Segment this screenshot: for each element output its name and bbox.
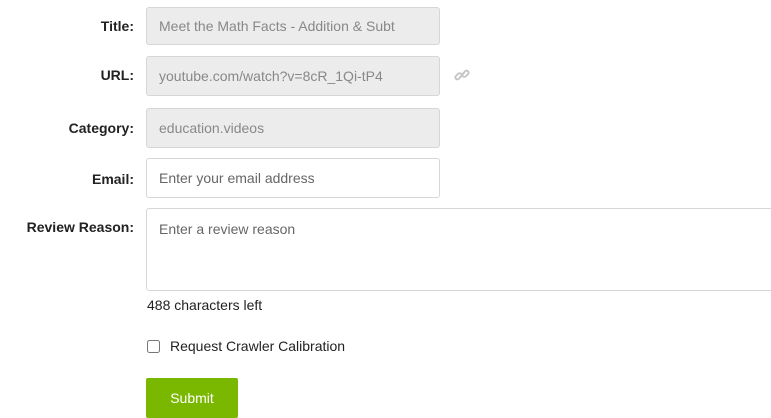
category-label: Category: <box>68 120 134 136</box>
title-label: Title: <box>100 18 134 34</box>
category-field[interactable] <box>146 108 440 148</box>
submit-button[interactable]: Submit <box>146 378 238 418</box>
url-label: URL: <box>100 67 134 83</box>
link-icon[interactable] <box>454 67 470 88</box>
crawler-calibration-label: Request Crawler Calibration <box>170 338 346 354</box>
crawler-calibration-option[interactable]: Request Crawler Calibration <box>147 338 345 354</box>
crawler-calibration-checkbox[interactable] <box>147 339 160 353</box>
characters-left-counter: 488 characters left <box>147 297 263 313</box>
url-field[interactable] <box>146 56 440 96</box>
email-field[interactable] <box>146 158 440 198</box>
review-reason-label: Review Reason: <box>26 219 134 235</box>
review-reason-textarea[interactable] <box>146 208 771 291</box>
title-field[interactable] <box>146 7 440 45</box>
email-label: Email: <box>91 171 134 187</box>
